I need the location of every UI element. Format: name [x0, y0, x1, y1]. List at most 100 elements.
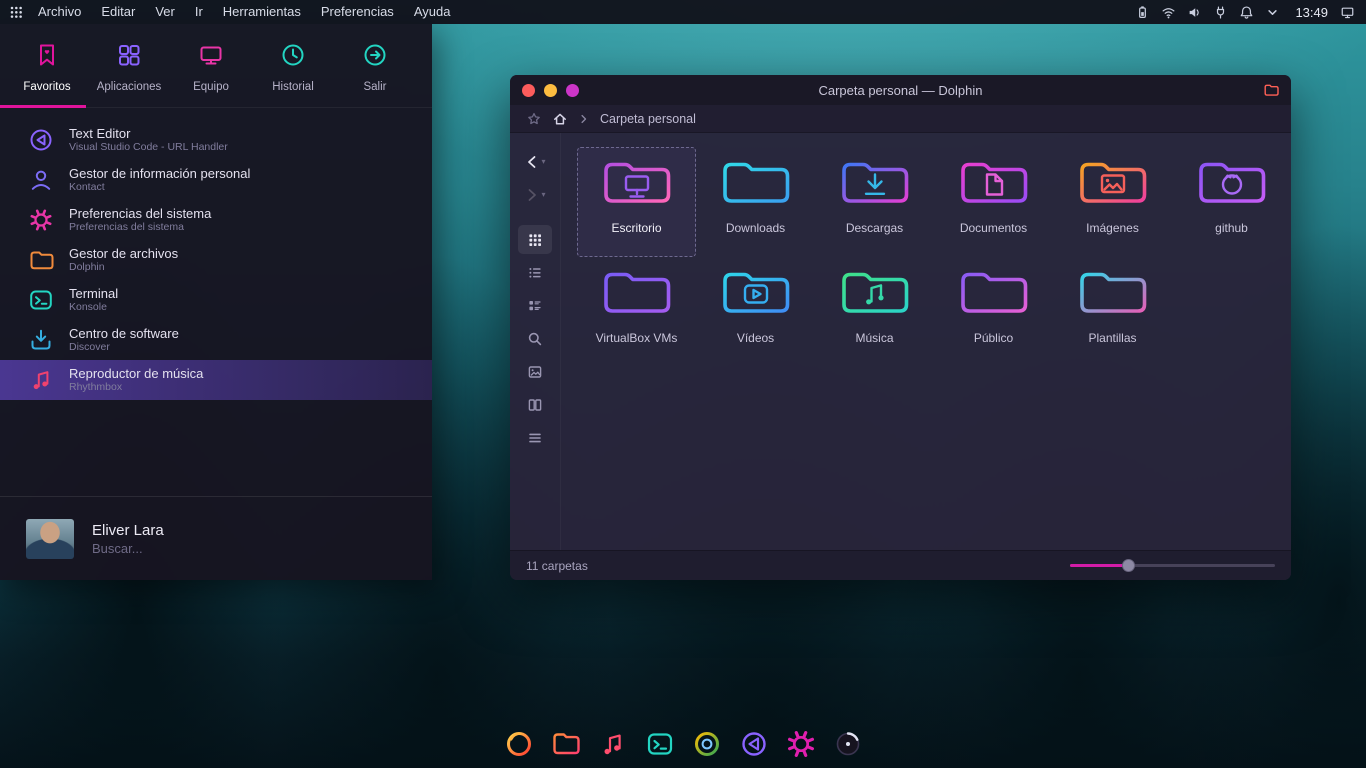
app-title: Preferencias del sistema: [69, 206, 211, 222]
tab-favoritos[interactable]: Favoritos: [6, 34, 88, 107]
app-item-gestor-de-informacion-personal[interactable]: Gestor de información personalKontact: [0, 160, 432, 200]
zoom-slider[interactable]: [1070, 559, 1275, 573]
menu-button[interactable]: [516, 421, 554, 454]
tab-aplicaciones[interactable]: Aplicaciones: [88, 34, 170, 107]
status-text: 11 carpetas: [526, 559, 588, 573]
volume-icon[interactable]: [1186, 0, 1203, 24]
compact-view-button[interactable]: [516, 256, 554, 289]
app-title: Gestor de información personal: [69, 166, 250, 182]
folder-icon: [1075, 155, 1151, 218]
home-icon[interactable]: [552, 111, 568, 127]
folder-downloads[interactable]: Downloads: [696, 147, 815, 257]
tab-label: Equipo: [193, 81, 229, 93]
folder-icon: [1075, 265, 1151, 328]
preview-button[interactable]: [516, 355, 554, 388]
apps-grid-icon: [116, 42, 142, 73]
split-view-button[interactable]: [516, 388, 554, 421]
menu-herramientas[interactable]: Herramientas: [213, 0, 311, 24]
discover-icon: [28, 327, 54, 353]
search-button[interactable]: [516, 322, 554, 355]
folder-descargas[interactable]: Descargas: [815, 147, 934, 257]
menubar: ArchivoEditarVerIrHerramientasPreferenci…: [28, 0, 460, 24]
folder-musica[interactable]: Música: [815, 257, 934, 367]
folder-grid: EscritorioDownloadsDescargasDocumentosIm…: [561, 133, 1291, 550]
folder-icon: [718, 265, 794, 328]
plug-icon[interactable]: [1212, 0, 1229, 24]
tab-salir[interactable]: Salir: [334, 34, 416, 107]
display-icon[interactable]: [1336, 0, 1358, 24]
zoom-handle[interactable]: [1122, 559, 1135, 572]
folder-label: Vídeos: [737, 331, 774, 345]
app-subtitle: Preferencias del sistema: [69, 221, 211, 234]
folder-github[interactable]: github: [1172, 147, 1291, 257]
menu-ayuda[interactable]: Ayuda: [404, 0, 461, 24]
folder-escritorio[interactable]: Escritorio: [577, 147, 696, 257]
titlebar-folder-icon[interactable]: [1263, 82, 1279, 98]
app-item-gestor-de-archivos[interactable]: Gestor de archivosDolphin: [0, 240, 432, 280]
menu-preferencias[interactable]: Preferencias: [311, 0, 404, 24]
statusbar: 11 carpetas: [510, 550, 1291, 580]
vscode-icon: [28, 127, 54, 153]
folder-documentos[interactable]: Documentos: [934, 147, 1053, 257]
app-grid-icon[interactable]: [4, 0, 28, 24]
menu-archivo[interactable]: Archivo: [28, 0, 91, 24]
menu-ir[interactable]: Ir: [185, 0, 213, 24]
search-input[interactable]: [92, 541, 372, 556]
folder-icon: [28, 247, 54, 273]
firefox-icon[interactable]: [502, 727, 536, 761]
titlebar[interactable]: Carpeta personal — Dolphin: [510, 75, 1291, 105]
chevron-down-icon[interactable]: [1264, 0, 1281, 24]
leave-icon: [362, 42, 388, 73]
dropdown-caret-icon: ▾: [541, 157, 545, 166]
dolphin-window: Carpeta personal — Dolphin Carpeta perso…: [510, 75, 1291, 580]
system-tray: [1134, 0, 1287, 24]
folder-videos[interactable]: Vídeos: [696, 257, 815, 367]
app-item-reproductor-de-musica[interactable]: Reproductor de músicaRhythmbox: [0, 360, 432, 400]
dock-folder-icon[interactable]: [549, 727, 583, 761]
rhythmbox-icon[interactable]: [596, 727, 630, 761]
vscode-dock-icon[interactable]: [737, 727, 771, 761]
minimize-button[interactable]: [544, 84, 557, 97]
forward-button[interactable]: ▾: [516, 178, 554, 211]
settings-gear-icon[interactable]: [784, 727, 818, 761]
star-icon[interactable]: [526, 111, 542, 127]
chrome-icon[interactable]: [690, 727, 724, 761]
konsole-icon[interactable]: [643, 727, 677, 761]
app-item-text-editor[interactable]: Text EditorVisual Studio Code - URL Hand…: [0, 120, 432, 160]
folder-icon: [956, 265, 1032, 328]
back-button[interactable]: ▾: [516, 145, 554, 178]
network-icon[interactable]: [1160, 0, 1177, 24]
chevron-right-icon: [578, 113, 590, 125]
dock: [0, 723, 1366, 765]
tab-equipo[interactable]: Equipo: [170, 34, 252, 107]
app-item-preferencias-del-sistema[interactable]: Preferencias del sistemaPreferencias del…: [0, 200, 432, 240]
app-title: Reproductor de música: [69, 366, 203, 382]
folder-plantillas[interactable]: Plantillas: [1053, 257, 1172, 367]
folder-virtualbox-vms[interactable]: VirtualBox VMs: [577, 257, 696, 367]
details-view-button[interactable]: [516, 289, 554, 322]
music-icon: [28, 367, 54, 393]
menu-editar[interactable]: Editar: [91, 0, 145, 24]
app-subtitle: Dolphin: [69, 261, 178, 274]
top-panel: ArchivoEditarVerIrHerramientasPreferenci…: [0, 0, 1366, 24]
app-item-centro-de-software[interactable]: Centro de softwareDiscover: [0, 320, 432, 360]
bell-icon[interactable]: [1238, 0, 1255, 24]
computer-icon: [198, 42, 224, 73]
icons-view-button[interactable]: [518, 225, 552, 254]
app-item-terminal[interactable]: TerminalKonsole: [0, 280, 432, 320]
menu-ver[interactable]: Ver: [145, 0, 185, 24]
tab-historial[interactable]: Historial: [252, 34, 334, 107]
bookmark-icon: [34, 42, 60, 73]
clock[interactable]: 13:49: [1287, 5, 1336, 20]
folder-label: VirtualBox VMs: [596, 331, 678, 345]
folder-icon: [599, 265, 675, 328]
breadcrumb[interactable]: Carpeta personal: [600, 112, 696, 126]
maximize-button[interactable]: [566, 84, 579, 97]
battery-icon[interactable]: [1134, 0, 1151, 24]
latte-icon[interactable]: [831, 727, 865, 761]
close-button[interactable]: [522, 84, 535, 97]
app-title: Centro de software: [69, 326, 179, 342]
gear-icon: [28, 207, 54, 233]
folder-imagenes[interactable]: Imágenes: [1053, 147, 1172, 257]
folder-publico[interactable]: Público: [934, 257, 1053, 367]
